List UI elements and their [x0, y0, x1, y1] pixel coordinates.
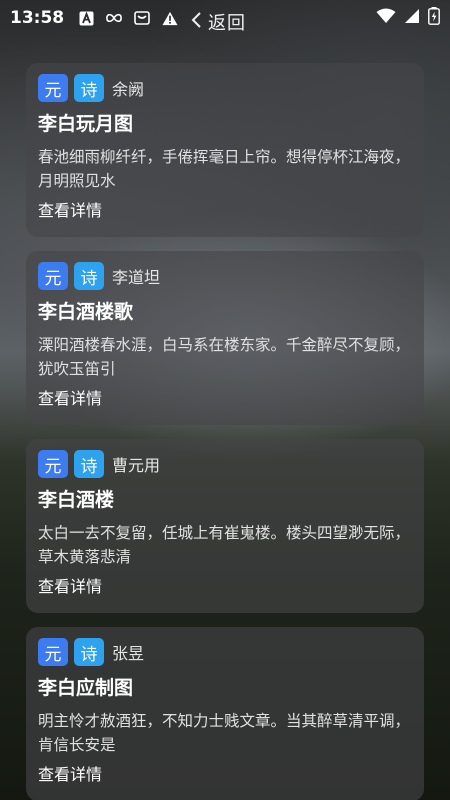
poem-author: 曹元用	[112, 456, 161, 475]
signal-icon	[404, 8, 420, 28]
poem-tags: 元 诗 张昱	[38, 637, 412, 667]
type-tag: 诗	[74, 450, 104, 478]
view-details-link[interactable]: 查看详情	[38, 763, 412, 787]
view-details-link[interactable]: 查看详情	[38, 387, 412, 411]
poem-title: 李白酒楼歌	[38, 301, 134, 323]
poem-tags: 元 诗 曹元用	[38, 449, 412, 479]
poem-author: 张昱	[112, 644, 145, 663]
poem-card[interactable]: 元 诗 李道坦 李白酒楼歌 溧阳酒楼春水涯，白马系在楼东家。千金醉尽不复顾，犹吹…	[26, 251, 424, 425]
poem-title: 李白应制图	[38, 677, 134, 699]
dynasty-tag: 元	[38, 450, 68, 478]
poem-excerpt: 溧阳酒楼春水涯，白马系在楼东家。千金醉尽不复顾，犹吹玉笛引	[38, 336, 411, 378]
poem-card[interactable]: 元 诗 余阙 李白玩月图 春池细雨柳纤纤，手倦挥毫日上帘。想得停杯江海夜，月明照…	[26, 63, 424, 237]
view-details-link[interactable]: 查看详情	[38, 575, 412, 599]
poem-excerpt: 太白一去不复留，任城上有崔嵬楼。楼头四望渺无际，草木黄落悲清	[38, 524, 411, 566]
status-right-icons	[376, 7, 440, 29]
poem-author: 李道坦	[112, 268, 161, 287]
warning-icon	[162, 10, 178, 26]
a-badge-icon	[78, 10, 94, 26]
view-details-link[interactable]: 查看详情	[38, 199, 412, 223]
battery-icon	[428, 7, 440, 29]
back-button[interactable]: 返回	[190, 9, 246, 35]
dynasty-tag: 元	[38, 638, 68, 666]
status-time: 13:58	[10, 8, 65, 28]
dynasty-tag: 元	[38, 262, 68, 290]
poem-excerpt: 春池细雨柳纤纤，手倦挥毫日上帘。想得停杯江海夜，月明照见水	[38, 148, 411, 190]
poem-title: 李白玩月图	[38, 113, 134, 135]
poem-title: 李白酒楼	[38, 489, 115, 511]
poem-list: 元 诗 余阙 李白玩月图 春池细雨柳纤纤，手倦挥毫日上帘。想得停杯江海夜，月明照…	[26, 63, 424, 800]
type-tag: 诗	[74, 262, 104, 290]
mail-box-icon	[134, 10, 150, 26]
type-tag: 诗	[74, 74, 104, 102]
poem-excerpt: 明主怜才赦酒狂，不知力士贱文章。当其醉草清平调，肯信长安是	[38, 712, 411, 754]
poem-tags: 元 诗 余阙	[38, 73, 412, 103]
chevron-left-icon	[190, 11, 202, 34]
dynasty-tag: 元	[38, 74, 68, 102]
poem-author: 余阙	[112, 80, 145, 99]
poem-card[interactable]: 元 诗 曹元用 李白酒楼 太白一去不复留，任城上有崔嵬楼。楼头四望渺无际，草木黄…	[26, 439, 424, 613]
poem-tags: 元 诗 李道坦	[38, 261, 412, 291]
infinity-icon	[106, 10, 123, 26]
back-label: 返回	[208, 13, 246, 34]
poem-card[interactable]: 元 诗 张昱 李白应制图 明主怜才赦酒狂，不知力士贱文章。当其醉草清平调，肯信长…	[26, 627, 424, 800]
wifi-icon	[376, 8, 396, 28]
type-tag: 诗	[74, 638, 104, 666]
status-left-icons	[78, 10, 178, 26]
